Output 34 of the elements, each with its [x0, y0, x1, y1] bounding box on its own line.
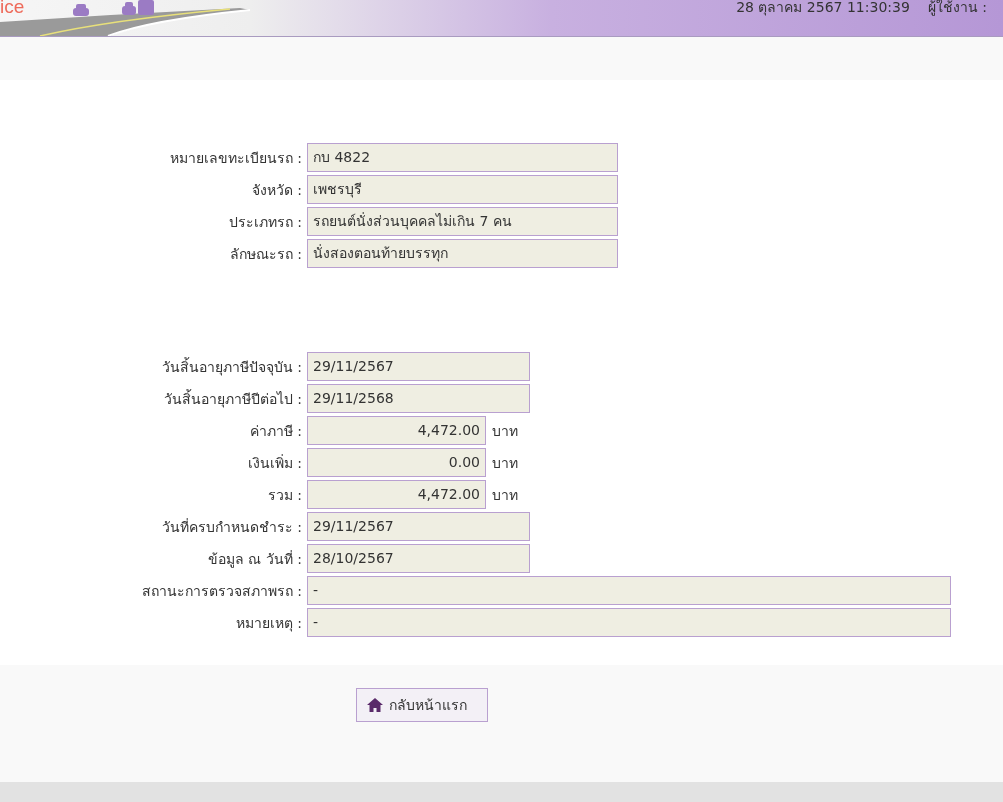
- input-field[interactable]: 29/11/2567: [307, 512, 530, 541]
- field-label: ลักษณะรถ :: [228, 244, 302, 264]
- unit-label: บาท: [492, 453, 518, 473]
- field-label: ข้อมูล ณ วันที่ :: [206, 549, 302, 570]
- input-field[interactable]: -: [307, 608, 951, 637]
- field-label: ประเภทรถ :: [227, 212, 302, 232]
- input-field[interactable]: 4,472.00: [307, 416, 486, 445]
- input-field[interactable]: รถยนต์นั่งส่วนบุคคลไม่เกิน 7 คน: [307, 207, 618, 236]
- logo-text: ice: [0, 0, 25, 16]
- user-label: ผู้ใช้งาน :: [927, 0, 987, 15]
- field-label: หมายเหตุ :: [234, 613, 302, 634]
- unit-label: บาท: [492, 485, 518, 505]
- field-label: รวม :: [266, 485, 302, 505]
- input-field[interactable]: 0.00: [307, 448, 486, 477]
- field-label: ค่าภาษี :: [248, 421, 302, 441]
- field-label: หมายเลขทะเบียนรถ :: [168, 148, 302, 168]
- unit-label: บาท: [492, 421, 518, 441]
- field-label: วันที่ครบกำหนดชำระ :: [160, 517, 302, 537]
- field-label: เงินเพิ่ม :: [246, 453, 302, 473]
- field-label: วันสิ้นอายุภาษีปัจจุบัน :: [160, 356, 302, 378]
- home-icon: [367, 698, 383, 712]
- field-label: สถานะการตรวจสภาพรถ :: [140, 581, 302, 601]
- input-field[interactable]: 28/10/2567: [307, 544, 530, 573]
- field-label: วันสิ้นอายุภาษีปีต่อไป :: [162, 388, 302, 410]
- date-time: 28 ตุลาคม 2567 11:30:39: [736, 0, 910, 15]
- input-field[interactable]: นั่งสองตอนท้ายบรรทุก: [307, 239, 618, 268]
- input-field[interactable]: 29/11/2568: [307, 384, 530, 413]
- input-field[interactable]: -: [307, 576, 951, 605]
- home-button[interactable]: กลับหน้าแรก: [356, 688, 488, 722]
- input-field[interactable]: 29/11/2567: [307, 352, 530, 381]
- input-field[interactable]: เพชรบุรี: [307, 175, 618, 204]
- input-field[interactable]: กบ 4822: [307, 143, 618, 172]
- input-field[interactable]: 4,472.00: [307, 480, 486, 509]
- field-label: จังหวัด :: [250, 180, 302, 200]
